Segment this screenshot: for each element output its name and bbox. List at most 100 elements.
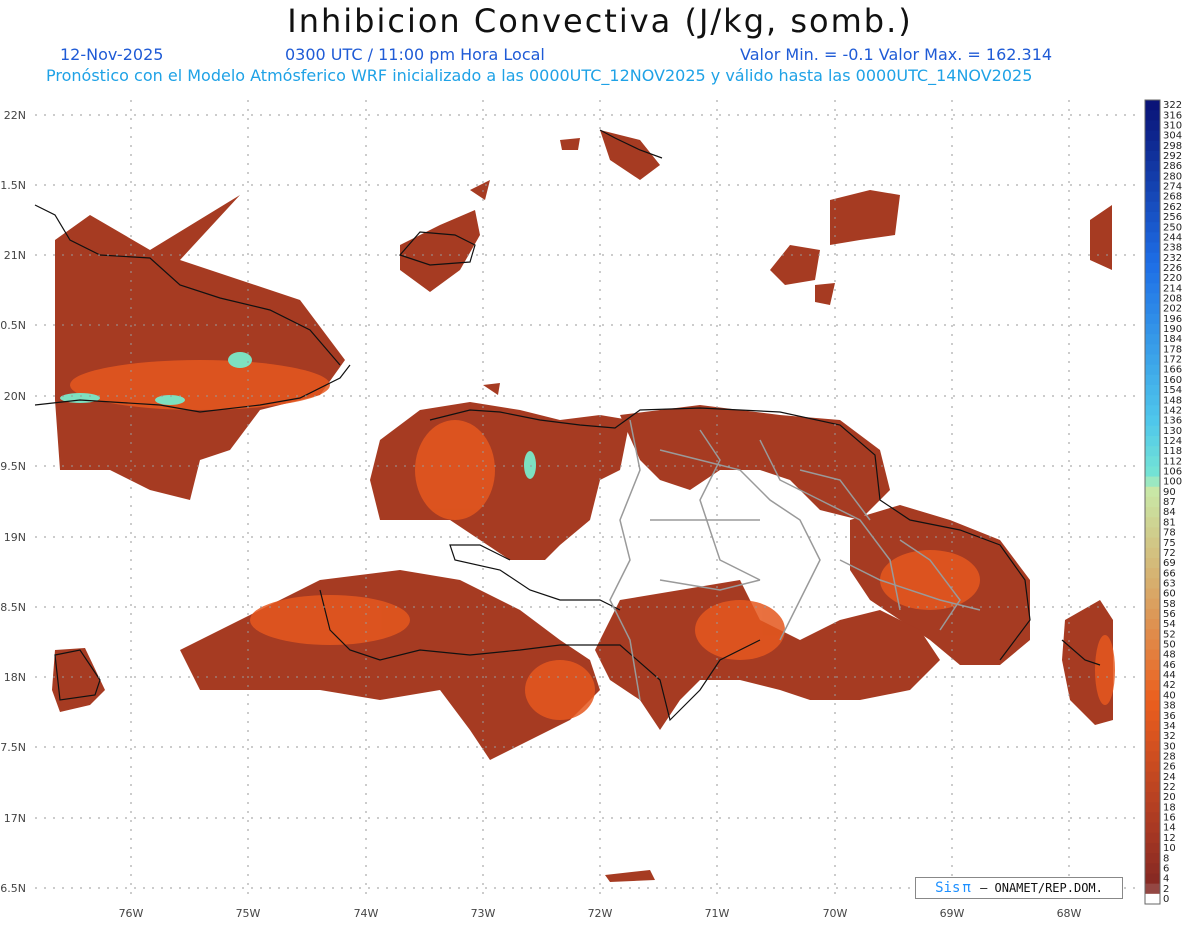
colorbar-swatch bbox=[1145, 354, 1160, 366]
colorbar-swatch bbox=[1145, 557, 1160, 569]
lon-label: 74W bbox=[354, 907, 379, 920]
lon-label: 76W bbox=[119, 907, 144, 920]
colorbar-swatch bbox=[1145, 598, 1160, 610]
lat-label: 8.5N bbox=[0, 601, 26, 614]
colorbar-swatch bbox=[1145, 863, 1160, 874]
colorbar-swatch bbox=[1145, 639, 1160, 651]
lat-label: 18N bbox=[4, 671, 26, 684]
lat-label: 19N bbox=[4, 531, 26, 544]
colorbar: 3223163103042982922862802742682622562502… bbox=[1144, 99, 1182, 905]
colorbar-swatch bbox=[1145, 578, 1160, 590]
colorbar-swatch bbox=[1145, 466, 1160, 478]
colorbar-swatch bbox=[1145, 232, 1160, 243]
colorbar-swatch bbox=[1145, 293, 1160, 305]
colorbar-swatch bbox=[1145, 262, 1160, 274]
colorbar-swatch bbox=[1145, 171, 1160, 182]
colorbar-swatch bbox=[1145, 680, 1160, 691]
colorbar-swatch bbox=[1145, 761, 1160, 773]
colorbar-swatch bbox=[1145, 435, 1160, 447]
colorbar-swatch bbox=[1145, 669, 1160, 681]
colorbar-swatch bbox=[1145, 853, 1160, 864]
colorbar-swatch bbox=[1145, 364, 1160, 376]
colorbar-swatch bbox=[1145, 110, 1160, 121]
colorbar-swatch bbox=[1145, 832, 1160, 844]
lon-label: 69W bbox=[940, 907, 965, 920]
colorbar-swatch bbox=[1145, 242, 1160, 254]
colorbar-swatch bbox=[1145, 273, 1160, 284]
colorbar-swatch bbox=[1145, 710, 1160, 722]
lat-label: 22N bbox=[4, 109, 26, 122]
colorbar-swatch bbox=[1145, 588, 1160, 600]
lat-label: 6.5N bbox=[0, 882, 26, 895]
colorbar-swatch bbox=[1145, 873, 1160, 885]
credit-box: Sis π – ONAMET/REP.DOM. bbox=[915, 877, 1123, 899]
lat-label: 1.5N bbox=[0, 179, 26, 192]
lat-label: 0.5N bbox=[0, 319, 26, 332]
colorbar-swatch bbox=[1145, 222, 1160, 233]
colorbar-swatch bbox=[1145, 415, 1160, 427]
colorbar-swatch bbox=[1145, 130, 1160, 142]
colorbar-swatch bbox=[1145, 568, 1160, 579]
colorbar-swatch bbox=[1145, 608, 1160, 620]
colorbar-swatch bbox=[1145, 741, 1160, 752]
colorbar-swatch bbox=[1145, 730, 1160, 742]
lat-label: 7.5N bbox=[0, 741, 26, 754]
colorbar-swatch bbox=[1145, 211, 1160, 223]
colorbar-swatch bbox=[1145, 517, 1160, 528]
colorbar-swatch bbox=[1145, 283, 1160, 294]
colorbar-swatch bbox=[1145, 822, 1160, 834]
lon-label: 70W bbox=[823, 907, 848, 920]
colorbar-swatch bbox=[1145, 883, 1160, 895]
lon-label: 75W bbox=[236, 907, 261, 920]
colorbar-swatch bbox=[1145, 150, 1160, 162]
colorbar-swatch bbox=[1145, 496, 1160, 508]
colorbar-swatch bbox=[1145, 802, 1160, 813]
colorbar-swatch bbox=[1145, 334, 1160, 345]
colorbar-swatch bbox=[1145, 720, 1160, 732]
colorbar-swatch bbox=[1145, 649, 1160, 661]
lon-label: 73W bbox=[471, 907, 496, 920]
longitude-labels: 76W 75W 74W 73W 72W 71W 70W 69W 68W bbox=[119, 907, 1082, 920]
colorbar-swatch bbox=[1145, 456, 1160, 467]
colorbar-swatch bbox=[1145, 547, 1160, 559]
credit-text: – ONAMET/REP.DOM. bbox=[980, 881, 1103, 895]
forecast-map: 22N 1.5N 21N 0.5N 20N 9.5N 19N 8.5N 18N … bbox=[0, 99, 1182, 920]
colorbar-swatch bbox=[1145, 323, 1160, 335]
colorbar-swatch bbox=[1145, 140, 1160, 152]
colorbar-swatch bbox=[1145, 486, 1160, 498]
colorbar-swatch bbox=[1145, 191, 1160, 203]
colorbar-swatch bbox=[1145, 781, 1160, 793]
colorbar-swatch bbox=[1145, 700, 1160, 712]
pi-icon: π bbox=[962, 880, 971, 896]
colorbar-swatch bbox=[1145, 201, 1160, 213]
colorbar-swatch bbox=[1145, 893, 1160, 905]
colorbar-swatch bbox=[1145, 476, 1160, 488]
colorbar-swatch bbox=[1145, 751, 1160, 763]
lat-label: 20N bbox=[4, 390, 26, 403]
colorbar-swatch bbox=[1145, 303, 1160, 315]
colorbar-swatch bbox=[1145, 619, 1160, 630]
lon-label: 68W bbox=[1057, 907, 1082, 920]
lat-label: 9.5N bbox=[0, 460, 26, 473]
colorbar-swatch bbox=[1145, 537, 1160, 549]
colorbar-swatch bbox=[1145, 507, 1160, 518]
lat-label: 17N bbox=[4, 812, 26, 825]
colorbar-swatch bbox=[1145, 374, 1160, 386]
colorbar-swatch bbox=[1145, 395, 1160, 406]
lon-label: 72W bbox=[588, 907, 613, 920]
latitude-labels: 22N 1.5N 21N 0.5N 20N 9.5N 19N 8.5N 18N … bbox=[0, 109, 26, 895]
colorbar-swatch bbox=[1145, 659, 1160, 671]
colorbar-swatch bbox=[1145, 384, 1160, 396]
lon-label: 71W bbox=[705, 907, 730, 920]
colorbar-swatch bbox=[1145, 120, 1160, 132]
brand-prefix: Sis bbox=[935, 880, 961, 896]
colorbar-swatch bbox=[1145, 161, 1160, 172]
colorbar-swatch bbox=[1145, 792, 1160, 803]
colorbar-swatch bbox=[1145, 812, 1160, 824]
colorbar-swatch bbox=[1145, 629, 1160, 640]
colorbar-swatch bbox=[1145, 313, 1160, 325]
colorbar-swatch bbox=[1145, 181, 1160, 193]
colorbar-swatch bbox=[1145, 690, 1160, 701]
colorbar-swatch bbox=[1145, 446, 1160, 457]
colorbar-swatch bbox=[1145, 344, 1160, 355]
